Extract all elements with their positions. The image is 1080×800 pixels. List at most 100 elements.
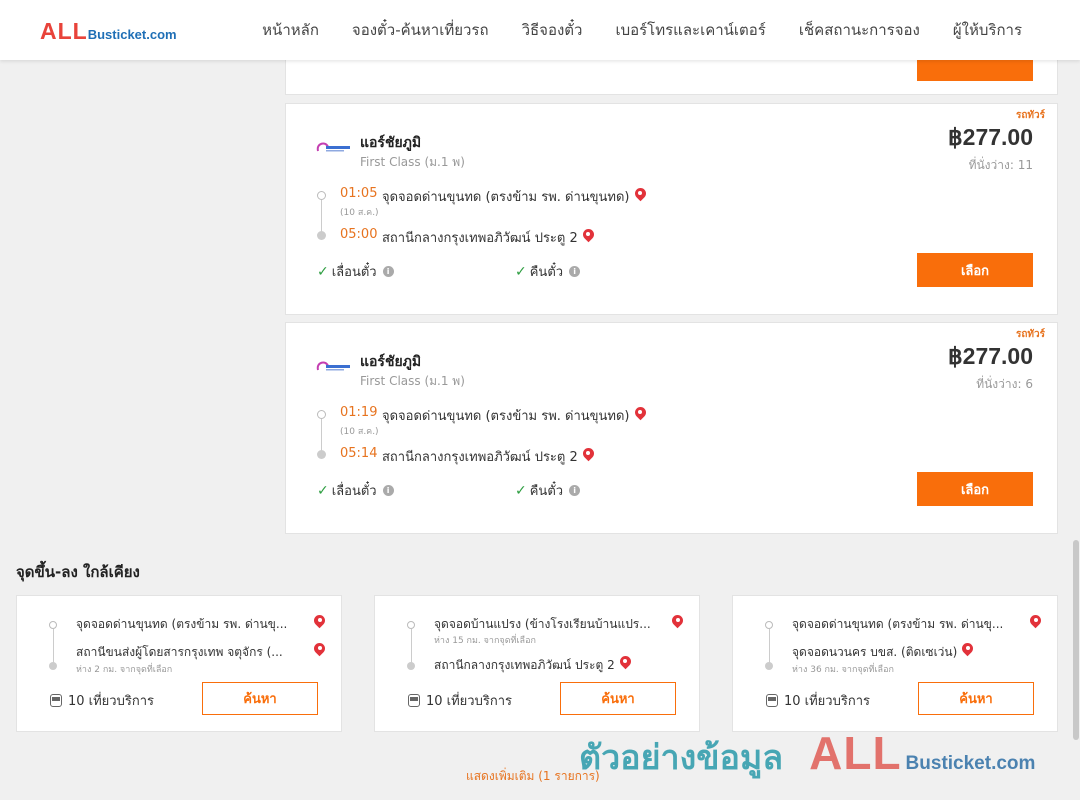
info-icon[interactable]: i	[569, 266, 581, 277]
nearby-from-stop: จุดจอดด่านขุนทด (ตรงข้าม รพ. ด่านขุ...	[792, 617, 1004, 631]
bus-type-tag: รถทัวร์	[1015, 110, 1045, 121]
map-pin-icon[interactable]	[314, 643, 325, 658]
trip-count-label: 10 เที่ยวบริการ	[784, 694, 870, 709]
departure-dot-icon	[317, 191, 326, 200]
check-icon: ✓	[515, 263, 527, 280]
nav-booking[interactable]: จองตั๋ว-ค้นหาเที่ยวรถ	[352, 18, 489, 42]
arrival-time: 05:00	[340, 227, 378, 242]
page-scrollbar[interactable]	[1072, 0, 1080, 800]
map-pin-icon[interactable]	[583, 448, 594, 463]
to-dot-icon	[765, 662, 773, 670]
scrollbar-thumb[interactable]	[1073, 540, 1079, 740]
bus-type-tag: รถทัวร์	[1015, 329, 1045, 340]
company-name: แอร์ชัยภูมิ	[360, 135, 422, 151]
to-dot-icon	[49, 662, 57, 670]
map-pin-icon[interactable]	[583, 229, 594, 244]
departure-stop-label: จุดจอดด่านขุนทด (ตรงข้าม รพ. ด่านขุนทด)	[382, 409, 630, 424]
arrival-stop: สถานีกลางกรุงเทพอภิวัฒน์ ประตู 2	[382, 227, 594, 248]
info-icon[interactable]: i	[569, 485, 581, 496]
arrival-dot-icon	[317, 450, 326, 459]
info-icon[interactable]: i	[382, 485, 394, 496]
feature-label: เลื่อนตั๋ว	[331, 484, 377, 499]
nearby-distance: ห่าง 15 กม. จากจุดที่เลือก	[434, 636, 536, 646]
trip-count-label: 10 เที่ยวบริการ	[68, 694, 154, 709]
map-pin-icon[interactable]	[635, 188, 646, 203]
search-button[interactable]: ค้นหา	[202, 682, 318, 715]
arrival-stop: สถานีกลางกรุงเทพอภิวัฒน์ ประตู 2	[382, 446, 594, 467]
seats-available: ที่นั่งว่าง: 11	[968, 158, 1033, 172]
map-pin-icon[interactable]	[1030, 615, 1041, 630]
bus-class: First Class (ม.1 พ)	[360, 374, 465, 388]
seats-available: ที่นั่งว่าง: 6	[976, 377, 1033, 391]
watermark-logo-all: ALL	[809, 727, 902, 779]
feature-refund: ✓ คืนตั๋ว i	[515, 480, 581, 501]
feature-label: เลื่อนตั๋ว	[331, 265, 377, 280]
timeline-line	[321, 419, 322, 451]
nearby-to-stop: สถานีขนส่งผู้โดยสารกรุงเทพ จตุจักร (...	[76, 645, 283, 659]
nearby-section-title: จุดขึ้น-ลง ใกล้เคียง	[16, 563, 140, 581]
watermark-text: ตัวอย่างข้อมูล	[579, 738, 784, 778]
nearby-trip-count: 10 เที่ยวบริการ	[50, 690, 154, 711]
nav-check-status[interactable]: เช็คสถานะการจอง	[799, 18, 920, 42]
departure-stop: จุดจอดด่านขุนทด (ตรงข้าม รพ. ด่านขุนทด)	[382, 186, 646, 207]
from-dot-icon	[765, 621, 773, 629]
info-icon[interactable]: i	[382, 266, 394, 277]
trip-card: รถทัวร์ แอร์ชัยภูมิ First Class (ม.1 พ) …	[285, 322, 1058, 534]
company-name: แอร์ชัยภูมิ	[360, 354, 422, 370]
map-pin-icon[interactable]	[962, 643, 973, 658]
company-logo-icon	[316, 142, 350, 152]
map-pin-icon[interactable]	[672, 615, 683, 630]
timeline-line	[321, 200, 322, 232]
bus-class: First Class (ม.1 พ)	[360, 155, 465, 169]
select-button[interactable]: เลือก	[917, 472, 1033, 506]
nearby-to-stop-label: สถานีกลางกรุงเทพอภิวัฒน์ ประตู 2	[434, 658, 615, 672]
map-pin-icon[interactable]	[620, 656, 631, 671]
bus-icon	[766, 694, 778, 707]
nav-operators[interactable]: ผู้ให้บริการ	[953, 18, 1022, 42]
site-header: ALLBusticket.com หน้าหลัก จองตั๋ว-ค้นหาเ…	[0, 0, 1080, 60]
search-button[interactable]: ค้นหา	[560, 682, 676, 715]
timeline-line	[768, 629, 770, 663]
nearby-from-stop: จุดจอดด่านขุนทด (ตรงข้าม รพ. ด่านขุ...	[76, 617, 288, 631]
timeline-line	[410, 629, 412, 663]
map-pin-icon[interactable]	[635, 407, 646, 422]
feature-reschedule: ✓ เลื่อนตั๋ว i	[317, 480, 394, 501]
from-dot-icon	[49, 621, 57, 629]
watermark: ตัวอย่างข้อมูล ALL Busticket.com	[579, 726, 1035, 784]
departure-stop-label: จุดจอดด่านขุนทด (ตรงข้าม รพ. ด่านขุนทด)	[382, 190, 630, 205]
departure-date: (10 ส.ค.)	[340, 208, 379, 218]
trip-count-label: 10 เที่ยวบริการ	[426, 694, 512, 709]
price: ฿277.00	[948, 343, 1033, 369]
departure-time: 01:19	[340, 405, 378, 420]
search-button[interactable]: ค้นหา	[918, 682, 1034, 715]
site-logo[interactable]: ALLBusticket.com	[40, 18, 177, 45]
departure-date: (10 ส.ค.)	[340, 427, 379, 437]
from-dot-icon	[407, 621, 415, 629]
price: ฿277.00	[948, 124, 1033, 150]
select-button[interactable]: เลือก	[917, 253, 1033, 287]
nearby-to-stop-label: จุดจอดนวนคร บขส. (ติดเซเว่น)	[792, 645, 958, 659]
nav-contact[interactable]: เบอร์โทรและเคาน์เตอร์	[615, 18, 765, 42]
arrival-dot-icon	[317, 231, 326, 240]
check-icon: ✓	[317, 263, 329, 280]
feature-refund: ✓ คืนตั๋ว i	[515, 261, 581, 282]
bus-icon	[408, 694, 420, 707]
departure-stop: จุดจอดด่านขุนทด (ตรงข้าม รพ. ด่านขุนทด)	[382, 405, 646, 426]
to-dot-icon	[407, 662, 415, 670]
nearby-card: จุดจอดด่านขุนทด (ตรงข้าม รพ. ด่านขุ... ส…	[16, 595, 342, 732]
arrival-stop-label: สถานีกลางกรุงเทพอภิวัฒน์ ประตู 2	[382, 231, 578, 246]
nearby-from-stop: จุดจอดบ้านแปรง (ข้างโรงเรียนบ้านแปร...	[434, 617, 651, 631]
nav-how-to-book[interactable]: วิธีจองตั๋ว	[522, 18, 583, 42]
map-pin-icon[interactable]	[314, 615, 325, 630]
nearby-card: จุดจอดด่านขุนทด (ตรงข้าม รพ. ด่านขุ... จ…	[732, 595, 1058, 732]
departure-dot-icon	[317, 410, 326, 419]
timeline-line	[52, 629, 54, 663]
nav-home[interactable]: หน้าหลัก	[262, 18, 319, 42]
feature-label: คืนตั๋ว	[529, 265, 564, 280]
departure-time: 01:05	[340, 186, 378, 201]
bus-icon	[50, 694, 62, 707]
company-logo-icon	[316, 361, 350, 371]
nearby-trip-count: 10 เที่ยวบริการ	[766, 690, 870, 711]
trip-card: รถทัวร์ แอร์ชัยภูมิ First Class (ม.1 พ) …	[285, 103, 1058, 315]
logo-all: ALL	[40, 18, 88, 44]
